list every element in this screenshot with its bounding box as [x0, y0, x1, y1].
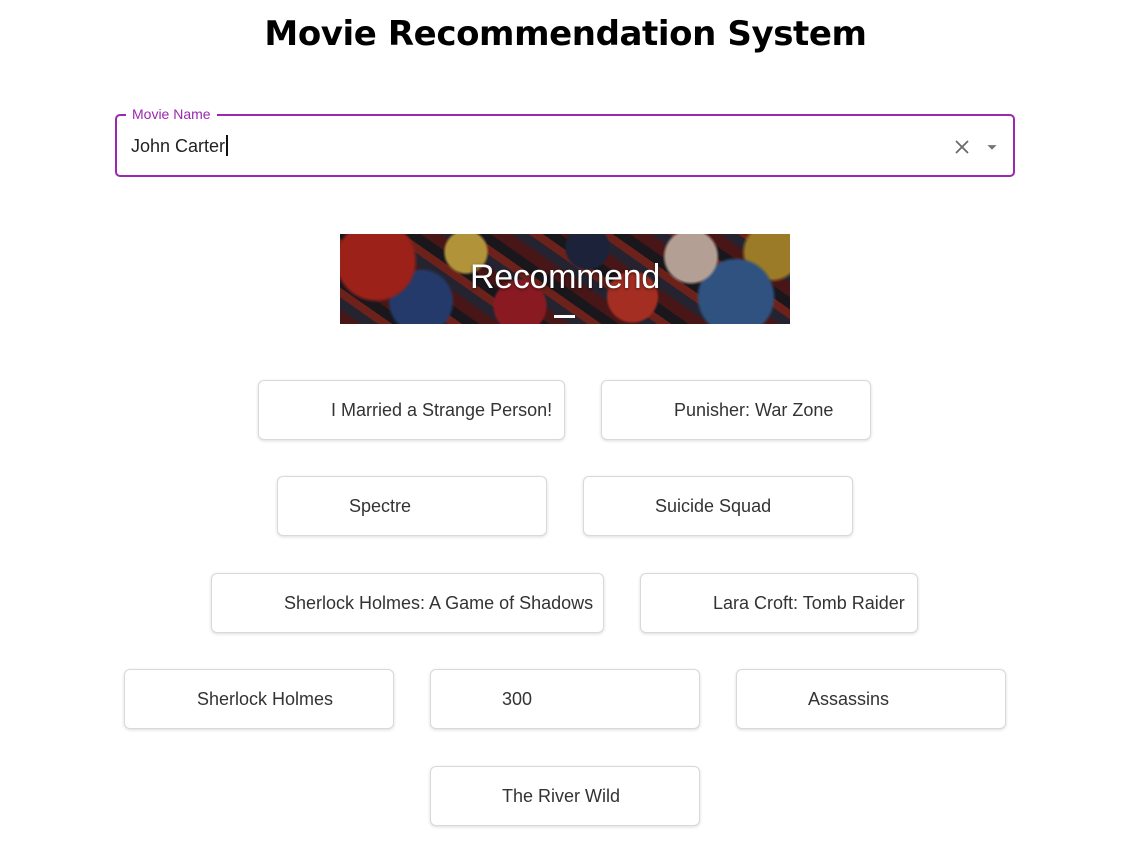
recommendation-card[interactable]: Spectre: [277, 476, 547, 536]
recommendation-card[interactable]: Assassins: [736, 669, 1006, 729]
chevron-down-icon[interactable]: [981, 136, 1003, 158]
recommendation-title: Lara Croft: Tomb Raider: [713, 593, 905, 613]
recommendation-card[interactable]: Suicide Squad: [583, 476, 853, 536]
recommend-button[interactable]: Recommend: [340, 234, 790, 324]
recommendation-card[interactable]: I Married a Strange Person!: [258, 380, 565, 440]
recommend-label: Recommend: [469, 258, 661, 296]
page-title: Movie Recommendation System: [264, 14, 867, 54]
recommendation-title: I Married a Strange Person!: [331, 400, 553, 420]
movie-name-input[interactable]: John Carter: [131, 134, 228, 158]
clear-icon[interactable]: [951, 136, 973, 158]
recommendation-card[interactable]: The River Wild: [430, 766, 700, 826]
recommendation-title: 300: [502, 689, 533, 709]
banner-underline: [554, 315, 575, 318]
text-caret: [226, 135, 228, 157]
recommendation-title: The River Wild: [502, 786, 621, 806]
movie-name-value: John Carter: [131, 136, 226, 156]
movie-name-label: Movie Name: [126, 105, 217, 123]
recommendation-card[interactable]: Lara Croft: Tomb Raider: [640, 573, 918, 633]
recommendation-card[interactable]: Punisher: War Zone: [601, 380, 871, 440]
recommendation-title: Assassins: [808, 689, 890, 709]
recommendation-title: Punisher: War Zone: [674, 400, 834, 420]
recommendation-card[interactable]: 300: [430, 669, 700, 729]
recommendation-card[interactable]: Sherlock Holmes: A Game of Shadows: [211, 573, 604, 633]
recommendation-card[interactable]: Sherlock Holmes: [124, 669, 394, 729]
recommendation-title: Sherlock Holmes: [197, 689, 334, 709]
recommendation-title: Suicide Squad: [655, 496, 772, 516]
recommendation-title: Spectre: [349, 496, 412, 516]
recommendation-title: Sherlock Holmes: A Game of Shadows: [284, 593, 594, 613]
movie-name-field[interactable]: Movie Name John Carter: [115, 105, 1015, 177]
